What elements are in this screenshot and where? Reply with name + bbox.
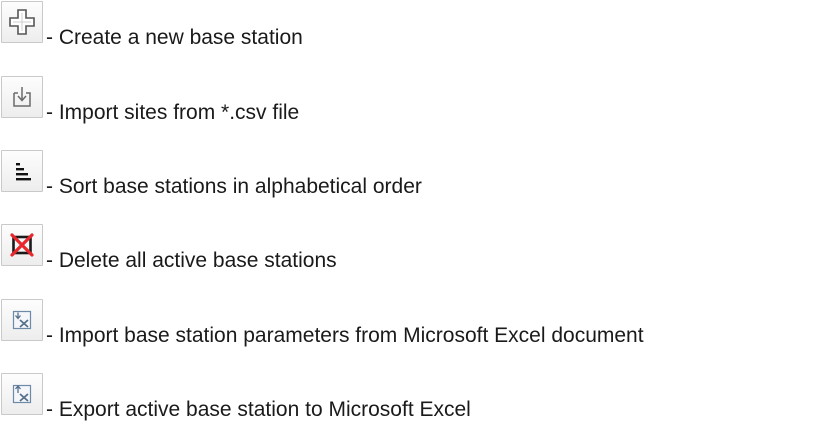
delete-all-icon bbox=[10, 233, 34, 257]
export-excel-icon bbox=[12, 384, 32, 404]
legend-row-export-excel: - Export active base station to Microsof… bbox=[0, 373, 836, 423]
legend-row-delete: - Delete all active base stations bbox=[0, 224, 836, 274]
legend-description: - Export active base station to Microsof… bbox=[46, 398, 471, 421]
import-csv-icon bbox=[13, 87, 31, 107]
export-excel-button[interactable] bbox=[1, 373, 43, 415]
legend-description: - Sort base stations in alphabetical ord… bbox=[46, 175, 422, 198]
legend-description: - Import sites from *.csv file bbox=[46, 101, 300, 124]
toolbar-legend: - Create a new base station - Import sit… bbox=[0, 0, 836, 441]
legend-row-import-excel: - Import base station parameters from Mi… bbox=[0, 299, 836, 349]
legend-description: - Import base station parameters from Mi… bbox=[46, 324, 644, 347]
import-excel-icon bbox=[12, 310, 32, 330]
legend-row-sort: - Sort base stations in alphabetical ord… bbox=[0, 150, 836, 200]
create-base-station-button[interactable] bbox=[1, 1, 43, 43]
import-csv-button[interactable] bbox=[1, 76, 43, 118]
import-excel-button[interactable] bbox=[1, 299, 43, 341]
add-base-station-icon bbox=[9, 9, 35, 35]
delete-all-button[interactable] bbox=[1, 224, 43, 266]
legend-description: - Create a new base station bbox=[46, 26, 303, 49]
sort-alphabetical-icon bbox=[16, 163, 31, 181]
sort-alphabetical-button[interactable] bbox=[1, 150, 43, 192]
legend-row-import-csv: - Import sites from *.csv file bbox=[0, 76, 836, 126]
legend-description: - Delete all active base stations bbox=[46, 249, 337, 272]
legend-row-create: - Create a new base station bbox=[0, 1, 836, 51]
